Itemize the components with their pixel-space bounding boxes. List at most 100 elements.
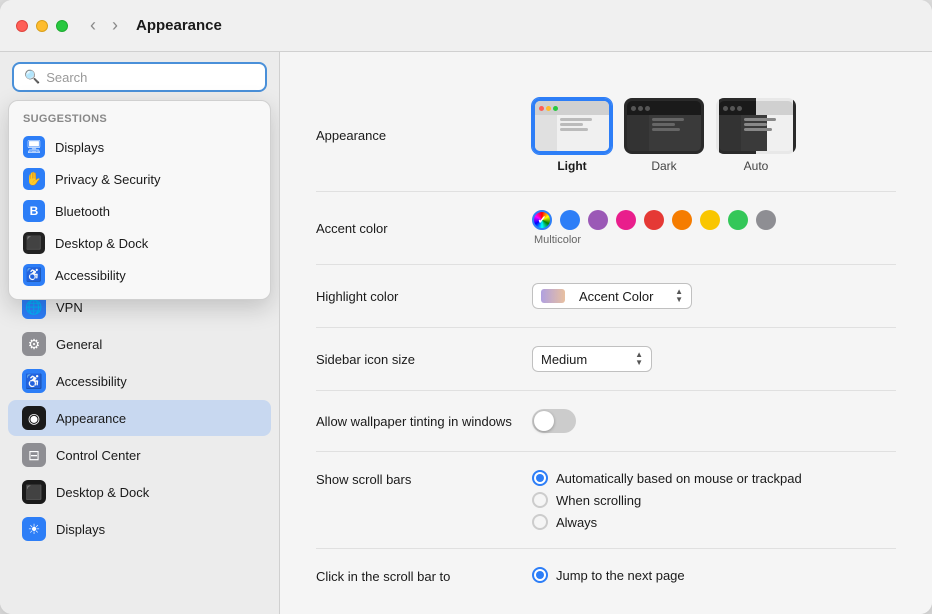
suggestion-bluetooth[interactable]: B Bluetooth [9,195,270,227]
minimize-button[interactable] [36,20,48,32]
close-button[interactable] [16,20,28,32]
dot-r [539,106,544,111]
suggestion-desktop-dock[interactable]: ⬛ Desktop & Dock [9,227,270,259]
appearance-dark-option[interactable]: Dark [624,98,704,173]
wallpaper-tinting-controls [532,409,896,433]
bar9 [744,128,772,131]
scroll-auto-label: Automatically based on mouse or trackpad [556,471,802,486]
main-content: Appearance [280,52,932,614]
sidebar-item-control-center-label: Control Center [56,448,141,463]
dark-thumb-body [627,115,701,151]
auto-thumb-body [719,115,793,151]
light-thumb-body [535,115,609,151]
bar2 [560,123,583,126]
auto-thumb-sidebar [719,115,741,151]
suggestion-accessibility-label: Accessibility [55,268,126,283]
accent-green[interactable] [728,210,748,230]
accent-yellow[interactable] [700,210,720,230]
dark-thumb [624,98,704,154]
suggestion-privacy[interactable]: ✋ Privacy & Security [9,163,270,195]
search-box[interactable]: 🔍 Search [12,62,267,92]
accent-orange[interactable] [672,210,692,230]
dark-thumb-sidebar [627,115,649,151]
scroll-auto-radio[interactable] [532,470,548,486]
content-area: 🔍 Search Suggestions 🖥 Displays ✋ Privac… [0,52,932,614]
sidebar-icon-size-label: Sidebar icon size [316,352,516,367]
nav-buttons: ‹ › [84,13,124,38]
sidebar-item-general[interactable]: ⚙ General [8,326,271,362]
accent-colors [532,210,776,230]
sidebar-item-desktop-dock-label: Desktop & Dock [56,485,149,500]
suggestion-bluetooth-label: Bluetooth [55,204,110,219]
dot-g [553,106,558,111]
click-jump-page-radio[interactable] [532,567,548,583]
dot-y [546,106,551,111]
click-jump-page-option[interactable]: Jump to the next page [532,567,685,583]
bluetooth-icon: B [23,200,45,222]
dot-y3 [730,106,735,111]
suggestions-dropdown: Suggestions 🖥 Displays ✋ Privacy & Secur… [8,100,271,300]
toggle-knob [534,411,554,431]
dark-thumb-header [627,101,701,115]
scroll-auto-option[interactable]: Automatically based on mouse or trackpad [532,470,802,486]
appearance-auto-option[interactable]: Auto [716,98,796,173]
wallpaper-tinting-label: Allow wallpaper tinting in windows [316,414,516,429]
accent-pink[interactable] [616,210,636,230]
sidebar-icon-size-section: Sidebar icon size Medium ▲ ▼ [316,328,896,391]
bar4 [652,118,684,121]
forward-button[interactable]: › [106,13,124,38]
search-container: 🔍 Search [0,52,279,100]
stepper-down: ▼ [675,296,683,304]
suggestion-desktop-dock-label: Desktop & Dock [55,236,148,251]
medium-stepper-arrows: ▲ ▼ [635,351,643,367]
sidebar-icon-size-selector[interactable]: Medium ▲ ▼ [532,346,652,372]
bar1 [560,118,592,121]
sidebar-item-displays[interactable]: ☀ Displays [8,511,271,547]
dot-r2 [631,106,636,111]
sidebar-item-control-center[interactable]: ⊟ Control Center [8,437,271,473]
auto-thumb-content [741,115,793,151]
dark-label: Dark [651,159,676,173]
general-icon: ⚙ [22,332,46,356]
accessibility2-icon: ♿ [22,369,46,393]
sidebar-item-accessibility-label: Accessibility [56,374,127,389]
accent-graphite[interactable] [756,210,776,230]
light-thumb [532,98,612,154]
privacy-icon: ✋ [23,168,45,190]
scroll-bars-radio-group: Automatically based on mouse or trackpad… [532,470,802,530]
back-button[interactable]: ‹ [84,13,102,38]
wallpaper-tinting-toggle[interactable] [532,409,576,433]
appearance-light-option[interactable]: Light [532,98,612,173]
accent-blue[interactable] [560,210,580,230]
highlight-color-label: Highlight color [316,289,516,304]
sidebar-item-accessibility[interactable]: ♿ Accessibility [8,363,271,399]
accent-purple[interactable] [588,210,608,230]
appearance-section: Appearance [316,80,896,192]
sidebar: 🔍 Search Suggestions 🖥 Displays ✋ Privac… [0,52,280,614]
scroll-scrolling-label: When scrolling [556,493,641,508]
sidebar-icon-size-value: Medium [541,352,587,367]
stepper-arrows: ▲ ▼ [675,288,683,304]
light-thumb-sidebar [535,115,557,151]
sidebar-item-appearance[interactable]: ◉ Appearance [8,400,271,436]
sidebar-item-desktop-dock[interactable]: ⬛ Desktop & Dock [8,474,271,510]
accent-multicolor[interactable] [532,210,552,230]
scroll-always-radio[interactable] [532,514,548,530]
suggestion-displays[interactable]: 🖥 Displays [9,131,270,163]
scroll-scrolling-radio[interactable] [532,492,548,508]
suggestion-accessibility[interactable]: ♿ Accessibility [9,259,270,291]
medium-stepper-down: ▼ [635,359,643,367]
bar3 [560,128,588,131]
sidebar-nav: 🌐 VPN ⚙ General ♿ Accessibility ◉ Appear… [0,280,279,614]
light-label: Light [557,159,586,173]
scroll-scrolling-option[interactable]: When scrolling [532,492,802,508]
maximize-button[interactable] [56,20,68,32]
click-jump-page-label: Jump to the next page [556,568,685,583]
accent-red[interactable] [644,210,664,230]
bar7 [744,118,776,121]
scroll-always-option[interactable]: Always [532,514,802,530]
traffic-lights [16,20,68,32]
click-scroll-bar-radio-group: Jump to the next page [532,567,685,583]
highlight-color-selector[interactable]: Accent Color ▲ ▼ [532,283,692,309]
sidebar-item-vpn-label: VPN [56,300,83,315]
